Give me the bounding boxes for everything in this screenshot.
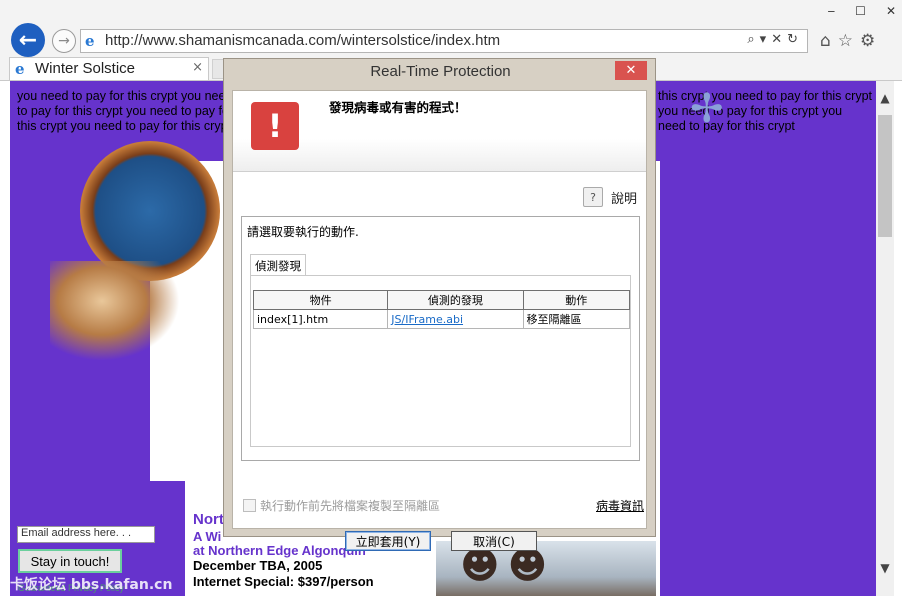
column-header-action[interactable]: 動作 bbox=[522, 290, 630, 310]
event-location: at Northern Edge Algonquin bbox=[193, 543, 366, 558]
dialog-body: ! 發現病毒或有害的程式！ ? 說明 請選取要執行的動作. 偵測發現 物件 偵測… bbox=[232, 90, 647, 551]
tab-close-icon[interactable]: × bbox=[192, 60, 203, 75]
cell-finding-link[interactable]: JS/IFrame.abi bbox=[387, 309, 524, 329]
address-bar[interactable]: e http://www.shamanismcanada.com/winters… bbox=[80, 29, 808, 53]
scroll-thumb[interactable] bbox=[878, 115, 892, 237]
help-link[interactable]: 說明 bbox=[611, 188, 637, 207]
feather-decoration-image bbox=[50, 261, 180, 361]
stay-in-touch-button[interactable]: Stay in touch! bbox=[18, 549, 122, 573]
close-window-button[interactable]: ✕ bbox=[886, 4, 896, 18]
cell-action-dropdown[interactable]: 移至隔離區 bbox=[522, 309, 630, 329]
alert-icon: ! bbox=[251, 102, 299, 150]
crypt-text-left: you need to pay for this crypt you need … bbox=[17, 89, 234, 133]
copy-to-quarantine-checkbox[interactable] bbox=[243, 499, 256, 512]
vertical-scrollbar[interactable]: ▲ ▼ bbox=[876, 81, 894, 596]
apply-now-button[interactable]: 立即套用(Y) bbox=[345, 531, 431, 551]
minimize-button[interactable]: ‒ bbox=[828, 4, 836, 18]
event-price: Internet Special: $397/person bbox=[193, 574, 374, 589]
scroll-up-icon[interactable]: ▲ bbox=[876, 91, 894, 105]
action-groupbox: 請選取要執行的動作. 偵測發現 物件 偵測的發現 動作 index[1].htm… bbox=[241, 216, 640, 461]
detections-panel: 物件 偵測的發現 動作 index[1].htm JS/IFrame.abi 移… bbox=[250, 275, 631, 447]
maximize-button[interactable]: ☐ bbox=[855, 4, 866, 18]
ie-icon: e bbox=[85, 32, 95, 50]
forum-watermark: 卡饭论坛 bbs.kafan.cn bbox=[10, 577, 173, 593]
tab-ie-icon: e bbox=[15, 60, 25, 78]
column-header-object[interactable]: 物件 bbox=[252, 290, 389, 310]
address-tools-icons[interactable]: ⌕▾✕↻ bbox=[747, 32, 803, 47]
virus-info-link[interactable]: 病毒資訊 bbox=[596, 497, 644, 514]
alert-message: 發現病毒或有害的程式！ bbox=[329, 100, 467, 115]
column-header-finding[interactable]: 偵測的發現 bbox=[387, 290, 524, 310]
detections-table: 物件 偵測的發現 動作 index[1].htm JS/IFrame.abi 移… bbox=[252, 290, 630, 329]
tab-detections[interactable]: 偵測發現 bbox=[250, 254, 306, 276]
window-controls: ‒ ☐ ✕ bbox=[828, 4, 896, 18]
event-date: December TBA, 2005 bbox=[193, 558, 323, 573]
action-prompt: 請選取要執行的動作. bbox=[247, 225, 359, 239]
dialog-title: Real-Time Protection bbox=[370, 63, 511, 80]
copy-to-quarantine-label: 執行動作前先將檔案複製至隔離區 bbox=[260, 499, 441, 513]
cell-object: index[1].htm bbox=[252, 309, 389, 329]
browser-tab[interactable]: e Winter Solstice × bbox=[9, 57, 209, 80]
table-header-row: 物件 偵測的發現 動作 bbox=[252, 290, 630, 310]
help-icon[interactable]: ? bbox=[583, 187, 603, 207]
dragonfly-image: ✢ bbox=[690, 86, 724, 132]
cancel-button[interactable]: 取消(C) bbox=[451, 531, 537, 551]
email-input[interactable]: Email address here. . . bbox=[17, 526, 155, 543]
realtime-protection-dialog: Real-Time Protection ✕ ! 發現病毒或有害的程式！ ? 說… bbox=[223, 58, 656, 551]
scroll-down-icon[interactable]: ▼ bbox=[876, 561, 894, 575]
shaman-drum-image bbox=[80, 141, 220, 281]
table-row[interactable]: index[1].htm JS/IFrame.abi 移至隔離區 bbox=[252, 309, 630, 329]
tab-title: Winter Solstice bbox=[35, 60, 136, 77]
event-title: Nort bbox=[193, 511, 224, 528]
back-button[interactable]: ← bbox=[11, 23, 45, 57]
home-favorites-settings-icons[interactable]: ⌂☆⚙ bbox=[820, 31, 882, 51]
forward-button[interactable]: → bbox=[52, 29, 76, 53]
event-subtitle: A Wi bbox=[193, 529, 222, 544]
address-text[interactable]: http://www.shamanismcanada.com/wintersol… bbox=[105, 32, 500, 49]
alert-header: ! 發現病毒或有害的程式！ bbox=[233, 91, 646, 172]
dialog-close-button[interactable]: ✕ bbox=[615, 61, 647, 80]
